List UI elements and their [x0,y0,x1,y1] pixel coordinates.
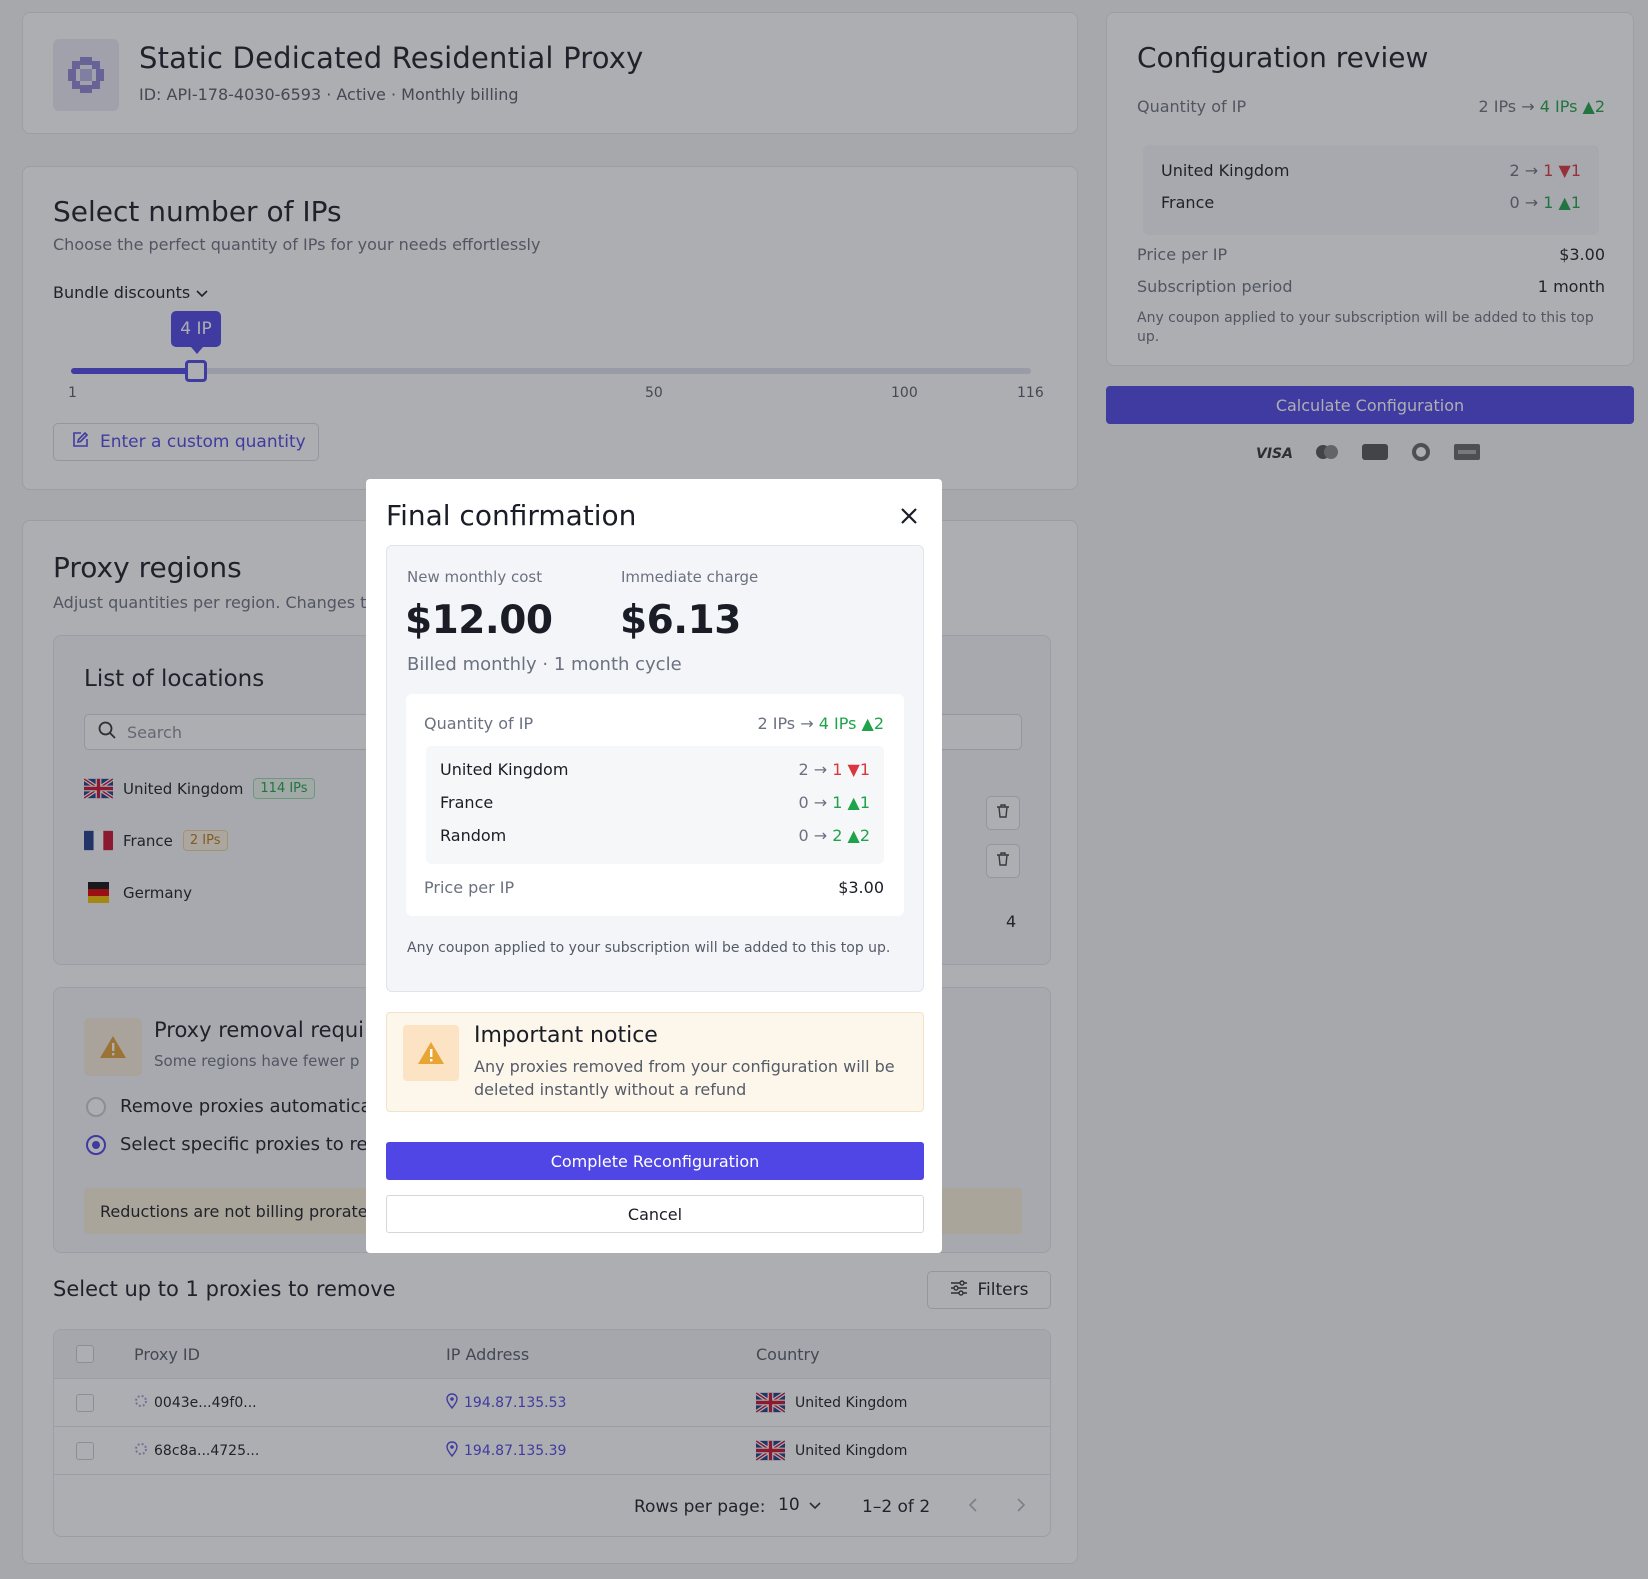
quantity-from: 2 IPs [757,714,796,733]
region-delta: ▲1 [847,793,870,812]
price-value: $3.00 [838,878,884,897]
warning-icon [403,1025,459,1081]
notice-text: Any proxies removed from your configurat… [474,1057,895,1099]
region-row: Random 0 → 2 ▲2 [440,826,870,845]
billing-cycle: Billed monthly · 1 month cycle [407,654,682,675]
region-from: 2 [798,760,809,779]
arrow-right-icon: → [813,826,828,845]
monthly-cost-value: $12.00 [405,598,553,643]
region-to: 2 [832,826,843,845]
immediate-charge-label: Immediate charge [621,568,759,586]
price-per-ip-row: Price per IP $3.00 [424,878,884,897]
region-to: 1 [832,793,843,812]
cost-summary: New monthly cost $12.00 Immediate charge… [386,545,924,992]
region-row: United Kingdom 2 → 1 ▼1 [440,760,870,779]
immediate-charge-value: $6.13 [620,598,741,643]
arrow-right-icon: → [813,760,828,779]
quantity-row: Quantity of IP 2 IPs → 4 IPs ▲2 [424,714,884,733]
close-button[interactable] [896,503,922,529]
region-from: 0 [798,793,809,812]
quantity-delta: ▲2 [861,714,884,733]
arrow-right-icon: → [800,714,814,733]
region-from: 0 [798,826,809,845]
coupon-note: Any coupon applied to your subscription … [407,940,891,956]
dialog-title: Final confirmation [386,499,637,532]
region-delta: ▼1 [847,760,870,779]
quantity-to: 4 IPs [818,714,857,733]
region-name: United Kingdom [440,760,569,779]
quantity-label: Quantity of IP [424,714,534,733]
region-changes: United Kingdom 2 → 1 ▼1 France 0 → 1 ▲1 … [426,746,884,864]
cancel-button[interactable]: Cancel [386,1195,924,1233]
notice-title: Important notice [474,1023,658,1048]
arrow-right-icon: → [813,793,828,812]
price-label: Price per IP [424,878,515,897]
region-name: France [440,793,494,812]
quantity-change: 2 IPs → 4 IPs ▲2 [757,714,884,733]
region-delta: ▲2 [847,826,870,845]
complete-reconfiguration-button[interactable]: Complete Reconfiguration [386,1142,924,1180]
monthly-cost-label: New monthly cost [407,568,543,586]
important-notice: Important notice Any proxies removed fro… [386,1012,924,1112]
close-icon [896,508,922,533]
region-to: 1 [832,760,843,779]
change-details: Quantity of IP 2 IPs → 4 IPs ▲2 United K… [406,694,904,916]
region-name: Random [440,826,507,845]
region-row: France 0 → 1 ▲1 [440,793,870,812]
final-confirmation-dialog: Final confirmation New monthly cost $12.… [366,479,942,1253]
